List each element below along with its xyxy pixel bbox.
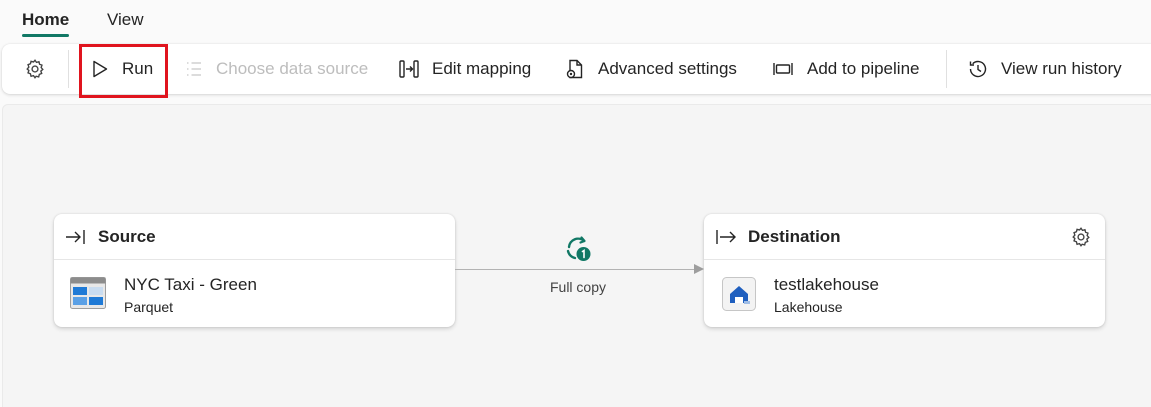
add-to-pipeline-button[interactable]: Add to pipeline <box>771 44 919 94</box>
toolbar-divider <box>946 50 947 88</box>
destination-name: testlakehouse <box>774 275 879 294</box>
copy-connector-line <box>455 269 697 270</box>
arrow-to-bar-icon <box>66 229 85 244</box>
pipeline-icon <box>773 63 793 75</box>
run-button[interactable]: Run <box>90 44 153 94</box>
view-run-history-label: View run history <box>1001 59 1122 78</box>
connector-arrowhead <box>694 264 704 274</box>
advanced-settings-button[interactable]: Advanced settings <box>564 44 737 94</box>
ribbon-tabs: Home View <box>0 0 1151 44</box>
toolbar-divider <box>68 50 69 88</box>
choose-data-source-button[interactable]: Choose data source <box>184 44 368 94</box>
source-card-title: Source <box>98 226 156 246</box>
gear-icon <box>26 59 44 79</box>
destination-card[interactable]: Destination testlakehouse Lakehouse <box>704 214 1105 327</box>
play-icon <box>93 60 108 78</box>
source-type: Parquet <box>124 299 174 315</box>
table-file-icon <box>70 277 106 309</box>
lakehouse-icon <box>722 277 756 311</box>
arrow-from-bar-icon <box>716 229 736 244</box>
document-settings-icon <box>566 59 583 79</box>
active-tab-indicator <box>22 34 69 37</box>
history-icon <box>969 60 987 78</box>
run-label: Run <box>122 59 154 78</box>
source-name: NYC Taxi - Green <box>124 275 257 294</box>
advanced-settings-label: Advanced settings <box>598 59 737 78</box>
toolbar: Run Choose data source Edit mapping Adva… <box>2 44 1151 94</box>
choose-data-source-label: Choose data source <box>216 59 369 78</box>
edit-mapping-label: Edit mapping <box>432 59 532 78</box>
settings-button[interactable] <box>24 44 46 94</box>
view-run-history-button[interactable]: View run history <box>967 44 1122 94</box>
copy-cycle-icon[interactable] <box>564 235 592 263</box>
destination-type: Lakehouse <box>774 299 843 315</box>
source-item[interactable]: NYC Taxi - Green Parquet <box>54 260 455 327</box>
source-card-header: Source <box>54 214 455 260</box>
gear-icon[interactable] <box>1070 226 1092 248</box>
copy-mode-label[interactable]: Full copy <box>538 279 618 295</box>
destination-card-title: Destination <box>748 226 841 246</box>
destination-card-header: Destination <box>704 214 1105 260</box>
mapping-icon <box>399 60 419 78</box>
edit-mapping-button[interactable]: Edit mapping <box>398 44 531 94</box>
add-to-pipeline-label: Add to pipeline <box>807 59 920 78</box>
source-card[interactable]: Source NYC Taxi - Green Parquet <box>54 214 455 327</box>
destination-item[interactable]: testlakehouse Lakehouse <box>704 260 1105 327</box>
tab-view[interactable]: View <box>107 0 144 40</box>
list-icon <box>187 62 201 76</box>
